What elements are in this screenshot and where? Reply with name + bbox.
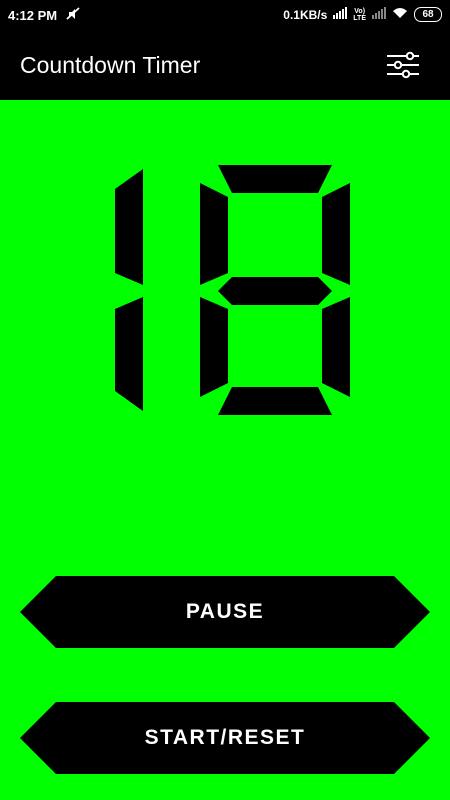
start-reset-button[interactable]: START/RESET: [20, 702, 430, 774]
digit-1-segment-c: [322, 297, 350, 397]
start-reset-button-label: START/RESET: [144, 726, 306, 749]
digit-1-segment-d: [218, 387, 332, 415]
digit-1-segment-f: [200, 183, 228, 285]
digit-1-segment-a: [218, 165, 332, 193]
pause-button-label: PAUSE: [185, 600, 265, 623]
digit-1-segment-g: [218, 277, 332, 305]
timer-display: 18: [115, 165, 350, 415]
digit-1-segment-e: [200, 297, 228, 397]
digit-1-segment-b: [322, 183, 350, 285]
digit-0-segment-b: [115, 169, 143, 285]
digit-0-segment-c: [115, 297, 143, 411]
pause-button[interactable]: PAUSE: [20, 576, 430, 648]
